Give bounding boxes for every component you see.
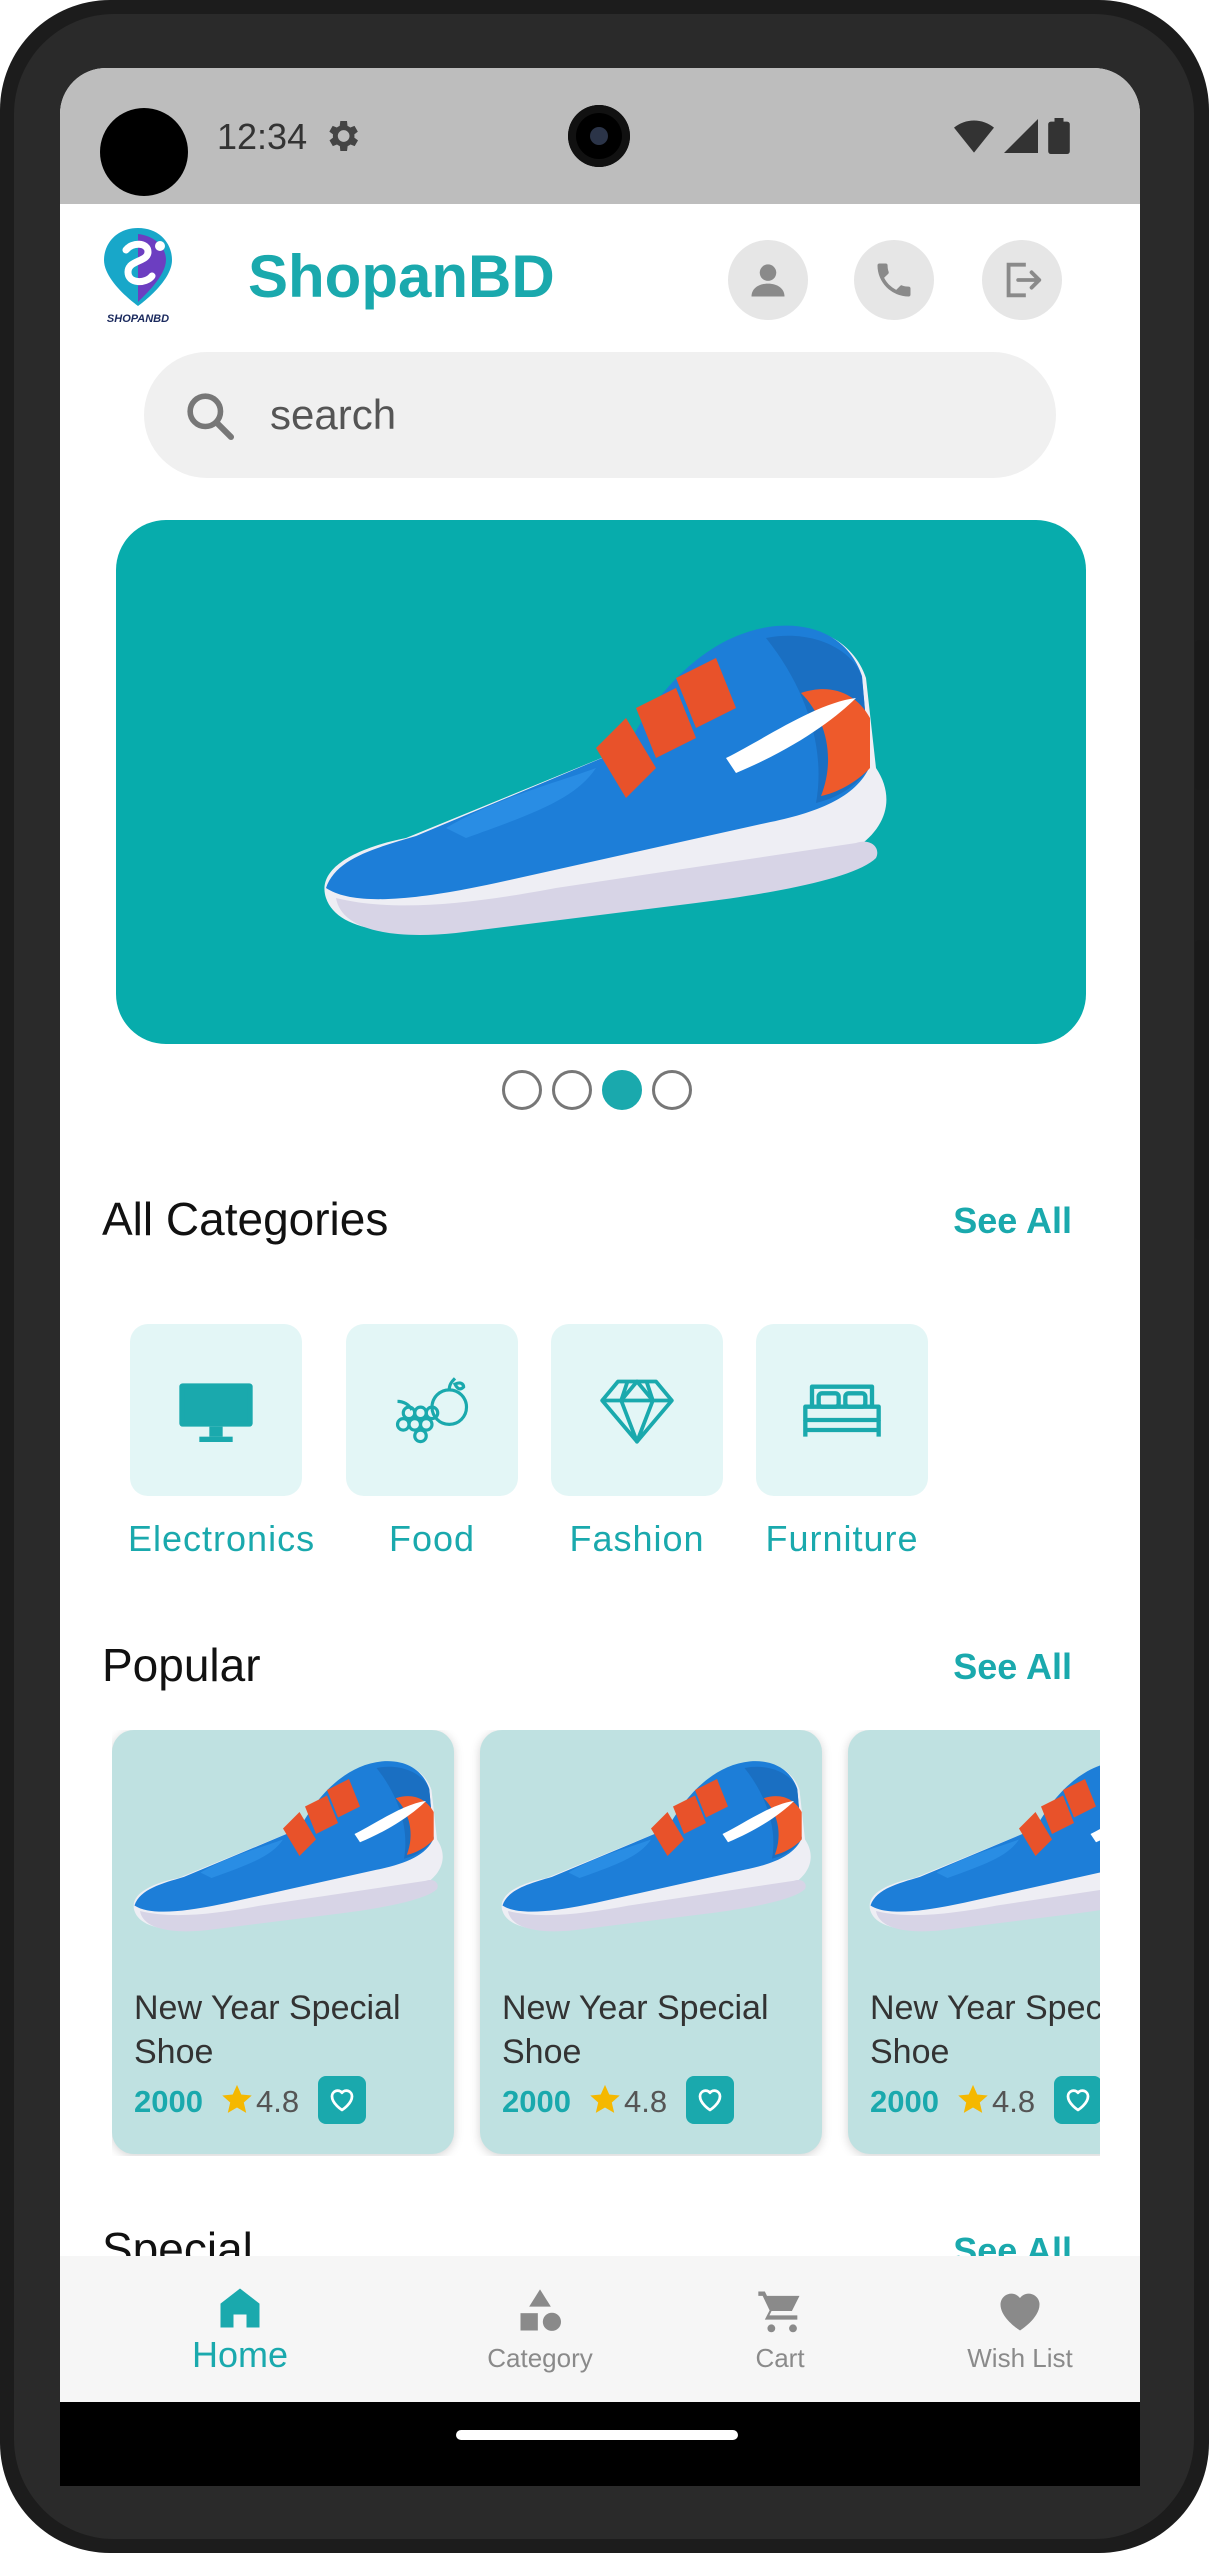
wishlist-button[interactable] xyxy=(1054,2076,1100,2124)
categories-see-all[interactable]: See All xyxy=(953,1200,1072,1242)
product-price: 2000 xyxy=(134,2084,203,2119)
categories-title: All Categories xyxy=(102,1193,389,1245)
product-card[interactable]: New Year Special Shoe 2000 4.8 xyxy=(848,1730,1100,2154)
popular-see-all[interactable]: See All xyxy=(953,1646,1072,1688)
heart-outline-icon xyxy=(698,2089,722,2112)
volume-button xyxy=(1195,940,1209,1240)
phone-icon xyxy=(877,263,911,297)
bed-icon xyxy=(803,1384,881,1437)
signal-icon xyxy=(1004,119,1038,153)
nav-label: Home xyxy=(191,2334,289,2375)
category-icon xyxy=(520,2288,562,2331)
banner-shoe-image xyxy=(324,625,887,935)
category-tile xyxy=(346,1324,518,1496)
product-name: New Year Special Shoe xyxy=(870,1989,1100,2071)
battery-icon xyxy=(1048,118,1070,154)
product-image xyxy=(501,1761,811,1932)
system-icons xyxy=(954,118,1070,154)
popular-title: Popular xyxy=(102,1639,261,1691)
star-icon xyxy=(958,2084,988,2113)
power-button xyxy=(1195,640,1209,790)
product-rating: 4.8 xyxy=(992,2084,1036,2119)
product-rating: 4.8 xyxy=(624,2084,668,2119)
product-rating: 4.8 xyxy=(256,2084,300,2119)
banner-dot-active[interactable] xyxy=(602,1070,642,1110)
product-card[interactable]: New Year Special Shoe 2000 4.8 xyxy=(112,1730,454,2154)
product-card[interactable]: New Year Special Shoe 2000 4.8 xyxy=(480,1730,822,2154)
nav-label: Cart xyxy=(755,2342,805,2373)
banner-pagination xyxy=(502,1070,692,1110)
profile-button[interactable] xyxy=(728,240,808,320)
nav-home[interactable]: Home xyxy=(160,2256,320,2402)
banner-dot[interactable] xyxy=(652,1070,692,1110)
person-icon xyxy=(751,264,785,297)
category-furniture[interactable]: Furniture xyxy=(754,1324,930,1560)
banner-dot[interactable] xyxy=(502,1070,542,1110)
brand-title: ShopanBD xyxy=(248,243,555,310)
logout-button[interactable] xyxy=(982,240,1062,320)
nav-label: Wish List xyxy=(967,2342,1073,2373)
banner-dot[interactable] xyxy=(552,1070,592,1110)
bottom-navigation: Home Category Cart Wish List xyxy=(60,2256,1140,2402)
wishlist-button[interactable] xyxy=(318,2076,366,2124)
category-tile xyxy=(756,1324,928,1496)
category-food[interactable]: Food xyxy=(344,1324,520,1560)
gesture-area xyxy=(60,2402,1140,2486)
category-label: Fashion xyxy=(569,1518,705,1559)
category-tile xyxy=(551,1324,723,1496)
heart-icon xyxy=(1000,2293,1040,2330)
category-fashion[interactable]: Fashion xyxy=(549,1324,725,1560)
search-icon xyxy=(187,393,235,441)
popular-products-list: New Year Special Shoe 2000 4.8 New Year … xyxy=(112,1730,1100,2156)
call-button[interactable] xyxy=(854,240,934,320)
product-price: 2000 xyxy=(502,2084,571,2119)
promo-banner[interactable] xyxy=(116,520,1086,1044)
nav-wishlist[interactable]: Wish List xyxy=(940,2256,1100,2402)
shopanbd-logo[interactable]: SHOPANBD xyxy=(98,224,178,326)
category-tile xyxy=(130,1324,302,1496)
product-name: New Year Special Shoe xyxy=(134,1989,401,2071)
front-camera xyxy=(568,105,630,167)
monitor-icon xyxy=(179,1383,253,1442)
fruits-icon xyxy=(395,1377,469,1444)
product-price: 2000 xyxy=(870,2084,939,2119)
wifi-icon xyxy=(954,120,994,153)
status-time: 12:34 xyxy=(217,116,308,157)
app-header: SHOPANBD ShopanBD xyxy=(60,204,1140,354)
app-screen: 12:34 SHOPANBD ShopanBD search All Categ… xyxy=(60,68,1140,2486)
wishlist-button[interactable] xyxy=(686,2076,734,2124)
category-electronics[interactable]: Electronics xyxy=(128,1324,316,1560)
search-bar[interactable] xyxy=(144,352,1056,478)
heart-outline-icon xyxy=(330,2089,354,2112)
product-image xyxy=(133,1761,443,1932)
logout-icon xyxy=(1006,262,1042,298)
product-name: New Year Special Shoe xyxy=(502,1989,769,2071)
category-label: Food xyxy=(388,1518,476,1559)
nav-label: Category xyxy=(487,2342,593,2373)
cart-icon xyxy=(758,2291,800,2332)
nav-cart[interactable]: Cart xyxy=(700,2256,860,2402)
camera-dot xyxy=(100,108,188,196)
diamond-icon xyxy=(600,1379,674,1444)
settings-gear-icon xyxy=(329,121,358,151)
star-icon xyxy=(590,2084,620,2113)
heart-outline-icon xyxy=(1066,2089,1090,2112)
home-icon xyxy=(220,2288,260,2328)
home-gesture-bar[interactable] xyxy=(456,2430,738,2440)
category-label: Furniture xyxy=(765,1518,919,1559)
svg-text:SHOPANBD: SHOPANBD xyxy=(107,313,169,325)
product-image xyxy=(869,1761,1100,1932)
star-icon xyxy=(222,2084,252,2113)
status-bar: 12:34 xyxy=(60,68,1140,204)
category-label: Electronics xyxy=(128,1518,316,1559)
nav-category[interactable]: Category xyxy=(460,2256,620,2402)
search-input[interactable] xyxy=(270,376,970,454)
